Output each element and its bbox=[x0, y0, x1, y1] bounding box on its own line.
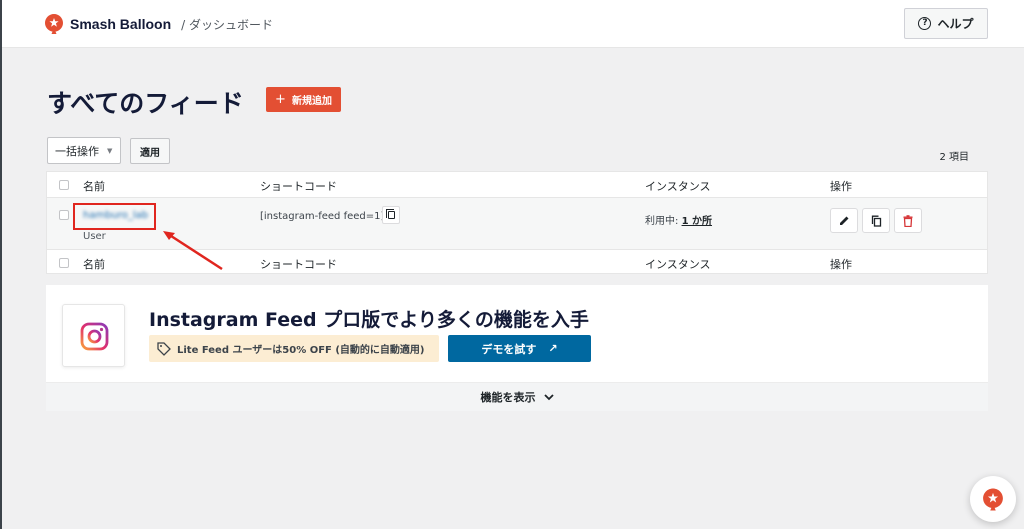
help-button[interactable]: ? ヘルプ bbox=[904, 8, 988, 39]
column-instances-footer: インスタンス bbox=[645, 258, 711, 271]
column-name-footer: 名前 bbox=[83, 258, 105, 271]
feed-shortcode: [instagram-feed feed=1] bbox=[260, 211, 385, 222]
balloon-logo-icon bbox=[983, 488, 1003, 510]
duplicate-icon bbox=[871, 215, 881, 227]
caret-down-icon: ▼ bbox=[107, 146, 113, 155]
delete-feed-button[interactable] bbox=[894, 208, 922, 233]
help-label: ヘルプ bbox=[937, 17, 974, 31]
column-shortcode-footer: ショートコード bbox=[260, 258, 337, 271]
pro-upsell-card: Instagram Feed プロ版でより多くの機能を入手 Lite Feed … bbox=[46, 285, 988, 411]
copy-icon bbox=[386, 209, 395, 219]
smash-balloon-help-fab[interactable] bbox=[970, 476, 1016, 522]
instance-link[interactable]: 1 か所 bbox=[682, 216, 712, 227]
show-features-toggle[interactable]: 機能を表示 bbox=[46, 382, 988, 411]
discount-text: Lite Feed ユーザーは50% OFF (自動的に自動適用) bbox=[177, 345, 425, 356]
column-instances: インスタンス bbox=[645, 180, 711, 193]
page-title: すべてのフィード bbox=[47, 89, 244, 118]
select-all-checkbox-footer[interactable] bbox=[59, 258, 69, 268]
try-demo-label: デモを試す bbox=[481, 342, 537, 356]
column-actions: 操作 bbox=[830, 180, 852, 193]
items-count: 2 項目 bbox=[939, 152, 969, 163]
promo-body: Instagram Feed プロ版でより多くの機能を入手 Lite Feed … bbox=[46, 285, 988, 382]
table-header-row: 名前 ショートコード インスタンス 操作 bbox=[47, 172, 987, 198]
pencil-icon bbox=[839, 216, 848, 225]
annotation-arrow-icon bbox=[163, 231, 223, 271]
instance-prefix: 利用中: bbox=[645, 216, 682, 227]
duplicate-feed-button[interactable] bbox=[862, 208, 890, 233]
try-demo-button[interactable]: デモを試す ↗ bbox=[448, 335, 591, 362]
smash-balloon-logo-icon bbox=[44, 13, 64, 35]
edit-feed-button[interactable] bbox=[830, 208, 858, 233]
add-new-button[interactable]: + 新規追加 bbox=[266, 87, 341, 112]
tag-icon bbox=[157, 341, 171, 356]
trash-icon bbox=[903, 214, 913, 227]
question-circle-icon: ? bbox=[918, 17, 932, 30]
copy-shortcode-button[interactable] bbox=[382, 206, 400, 224]
show-features-label: 機能を表示 bbox=[480, 391, 536, 404]
plus-icon: + bbox=[275, 92, 286, 107]
top-header: Smash Balloon / ダッシュボード ? ヘルプ bbox=[2, 0, 1024, 48]
apply-button[interactable]: 適用 bbox=[130, 138, 170, 164]
brand: Smash Balloon / ダッシュボード bbox=[44, 12, 273, 36]
add-new-label: 新規追加 bbox=[291, 96, 332, 107]
breadcrumb: / ダッシュボード bbox=[181, 17, 273, 32]
select-all-checkbox[interactable] bbox=[59, 180, 69, 190]
column-shortcode: ショートコード bbox=[260, 180, 337, 193]
instance-info: 利用中: 1 か所 bbox=[645, 212, 712, 227]
instagram-logo-icon bbox=[62, 304, 125, 367]
bulk-action-value: 一括操作 bbox=[55, 144, 99, 158]
feed-type: User bbox=[83, 231, 106, 242]
bulk-action-select[interactable]: 一括操作 ▼ bbox=[47, 137, 121, 164]
external-arrow-icon: ↗ bbox=[548, 342, 558, 355]
annotation-highlight-box bbox=[73, 203, 156, 230]
promo-title: Instagram Feed プロ版でより多くの機能を入手 bbox=[149, 309, 589, 331]
chevron-down-icon bbox=[543, 393, 554, 400]
row-checkbox[interactable] bbox=[59, 210, 69, 220]
discount-badge: Lite Feed ユーザーは50% OFF (自動的に自動適用) bbox=[149, 335, 439, 362]
brand-name: Smash Balloon bbox=[70, 16, 172, 32]
column-name: 名前 bbox=[83, 180, 105, 193]
column-actions-footer: 操作 bbox=[830, 258, 852, 271]
